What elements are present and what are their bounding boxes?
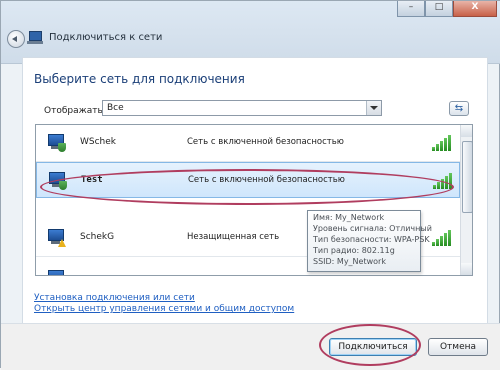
network-tooltip: Имя: My_Network Уровень сигнала: Отличны… (307, 210, 432, 272)
filter-selected-value: Все (107, 103, 124, 113)
filter-label: Отображать (44, 106, 103, 116)
filter-dropdown[interactable]: Все (102, 100, 382, 116)
tooltip-signal: Уровень сигнала: Отличный (313, 224, 432, 233)
dialog-window: Подключиться к сети – □ X Выберите сеть … (0, 0, 500, 370)
window-controls: – □ X (397, 1, 497, 17)
network-security: Сеть с включенной безопасностью (187, 137, 344, 147)
setup-connection-link[interactable]: Установка подключения или сети (34, 293, 195, 303)
window-title: Подключиться к сети (49, 32, 163, 43)
minimize-icon: – (408, 2, 414, 12)
chevron-down-icon[interactable] (366, 101, 381, 115)
page-heading: Выберите сеть для подключения (34, 72, 245, 86)
network-item-wschek[interactable]: WSchek Сеть с включенной безопасностью (36, 125, 460, 162)
maximize-button[interactable]: □ (425, 1, 453, 17)
network-name: WSchek (80, 137, 117, 147)
dialog-footer (1, 323, 500, 370)
network-icon (46, 269, 66, 275)
connect-annotation-oval (319, 324, 421, 366)
refresh-button[interactable]: ⇆ (449, 101, 469, 116)
tooltip-security: Тип безопасности: WPA-PSK (313, 235, 430, 244)
close-button[interactable]: X (453, 1, 497, 17)
back-button[interactable] (7, 30, 25, 48)
secured-network-icon (46, 133, 66, 153)
refresh-icon: ⇆ (454, 103, 464, 114)
cancel-button[interactable]: Отмена (428, 338, 488, 356)
signal-strength-icon (432, 228, 454, 246)
scroll-thumb[interactable] (462, 141, 472, 213)
title-bar: Подключиться к сети – □ X (1, 1, 500, 64)
close-icon: X (471, 2, 479, 12)
scrollbar[interactable] (460, 125, 472, 275)
maximize-icon: □ (434, 2, 444, 12)
scroll-down-button[interactable] (461, 263, 472, 275)
network-name: SchekG (80, 232, 115, 242)
scroll-up-button[interactable] (461, 125, 472, 137)
network-security: Незащищенная сеть (187, 232, 280, 242)
network-center-link[interactable]: Открыть центр управления сетями и общим … (34, 304, 294, 314)
network-icon (27, 30, 43, 44)
minimize-button[interactable]: – (397, 1, 425, 17)
unsecured-network-icon (46, 228, 66, 248)
tooltip-ssid: SSID: My_Network (313, 257, 386, 266)
selection-annotation-oval (40, 169, 454, 205)
tooltip-radio: Тип радио: 802.11g (313, 246, 395, 255)
signal-strength-icon (432, 133, 454, 151)
tooltip-name: Имя: My_Network (313, 213, 385, 222)
